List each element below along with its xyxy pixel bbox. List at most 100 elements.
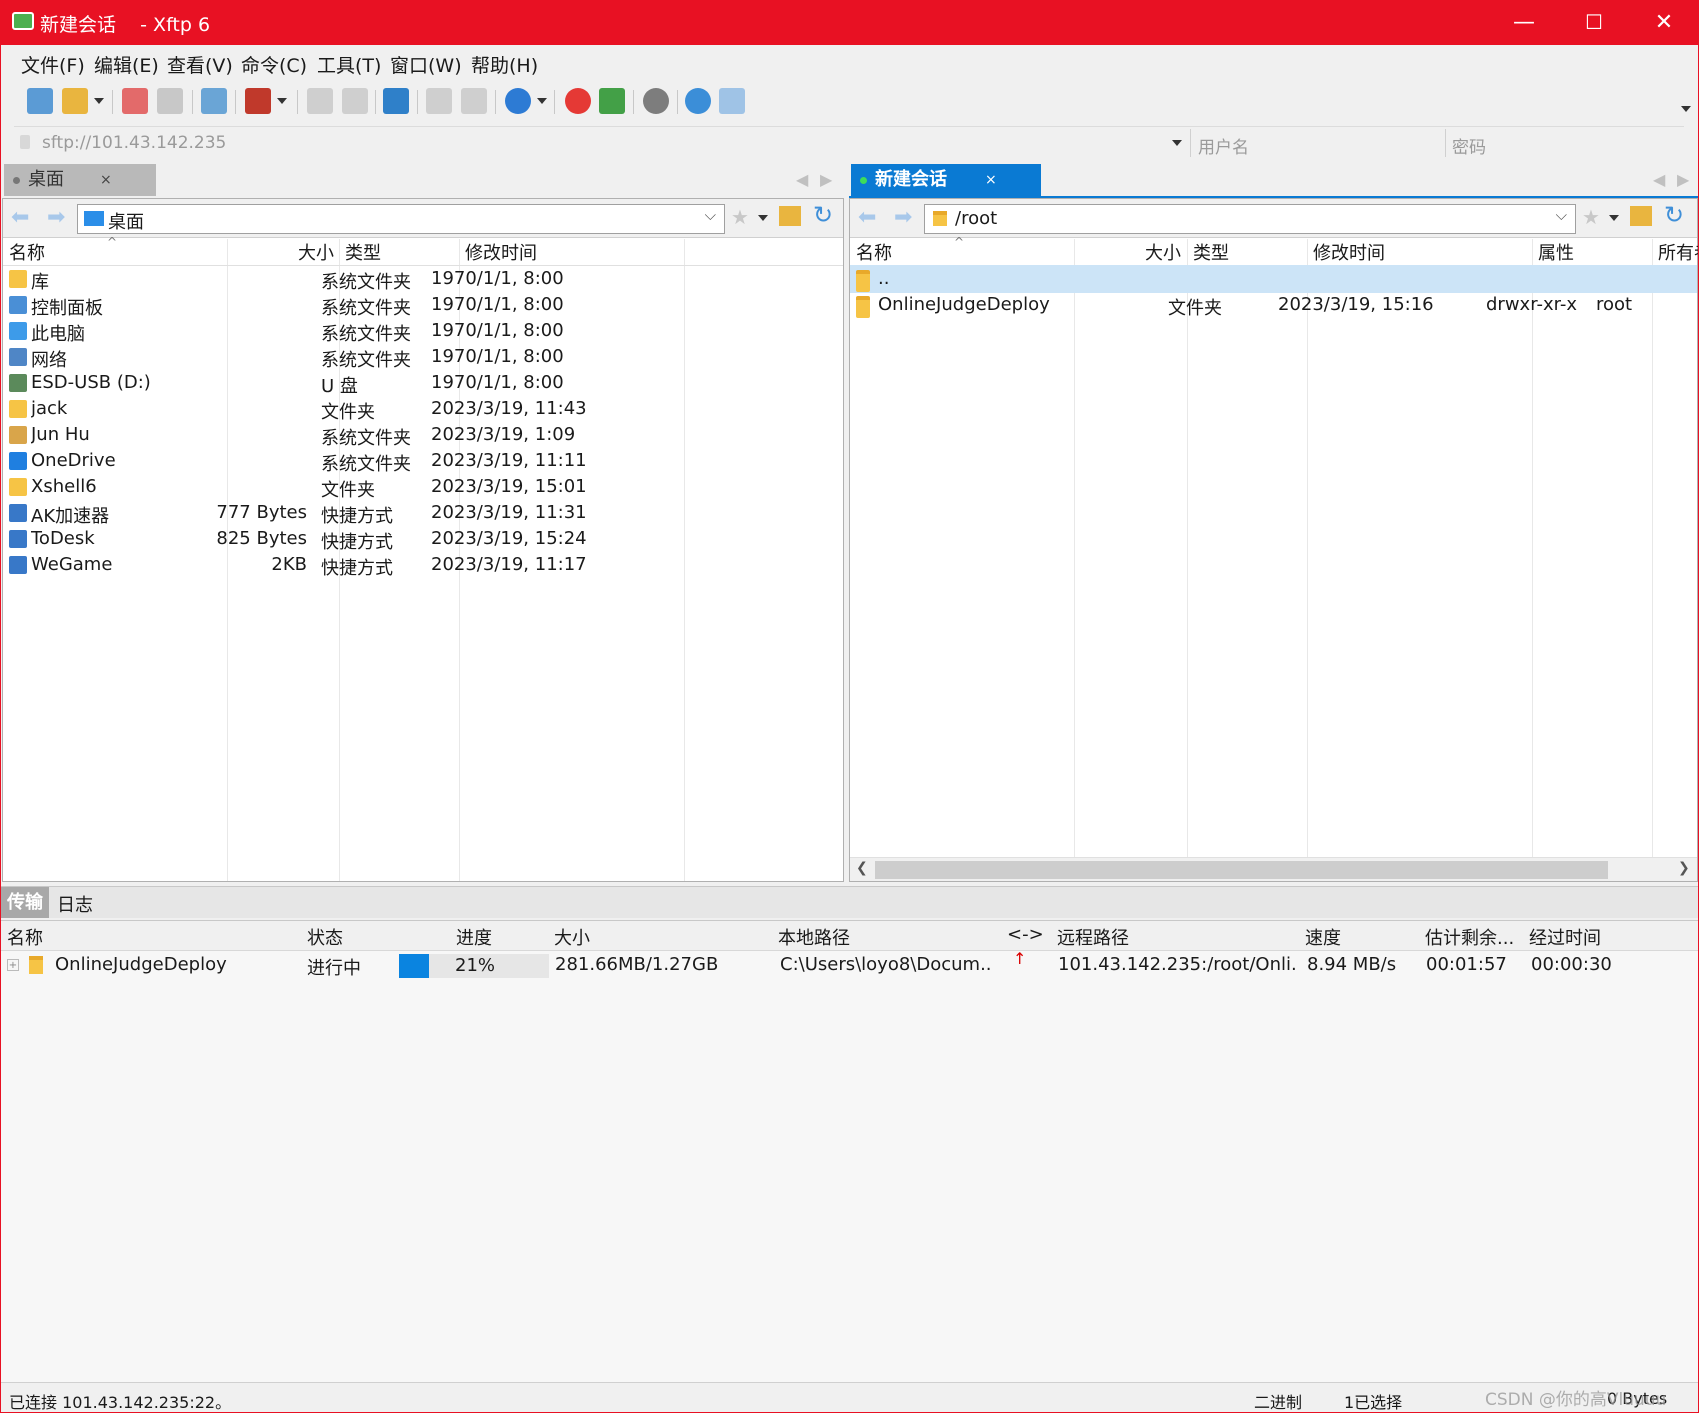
tab-log[interactable]: 日志 [57, 891, 93, 917]
encoding-dropdown-icon[interactable] [537, 98, 547, 104]
disconnect-icon[interactable] [122, 88, 148, 114]
local-file-row[interactable]: Jun Hu 系统文件夹 2023/3/19, 1:09 [3, 421, 843, 449]
copy-icon[interactable] [426, 88, 452, 114]
column-header-name[interactable]: 名称 [9, 239, 45, 265]
back-arrow-icon[interactable]: ⬅ [11, 205, 29, 230]
column-header-name[interactable]: 名称 [856, 239, 892, 265]
menu-view[interactable]: 查看(V) [167, 51, 233, 78]
forward-arrow-icon[interactable]: ➡ [47, 205, 65, 230]
local-file-row[interactable]: ESD-USB (D:) U 盘 1970/1/1, 8:00 [3, 369, 843, 397]
minimize-button[interactable]: — [1489, 0, 1559, 45]
menu-file[interactable]: 文件(F) [21, 51, 85, 78]
column-header-type[interactable]: 类型 [1193, 239, 1229, 265]
local-file-row[interactable]: Xshell6 文件夹 2023/3/19, 15:01 [3, 473, 843, 501]
local-file-row[interactable]: 此电脑 系统文件夹 1970/1/1, 8:00 [3, 317, 843, 345]
column-header-remote-path[interactable]: 远程路径 [1057, 924, 1129, 950]
open-dropdown-icon[interactable] [94, 98, 104, 104]
local-file-row[interactable]: AK加速器 777 Bytes 快捷方式 2023/3/19, 11:31 [3, 499, 843, 527]
expand-icon[interactable]: + [7, 959, 19, 971]
column-header-elapsed[interactable]: 经过时间 [1529, 924, 1601, 950]
column-header-modified[interactable]: 修改时间 [1313, 239, 1385, 265]
terminal-icon[interactable] [245, 88, 271, 114]
column-header-eta[interactable]: 估计剩余... [1425, 924, 1514, 950]
properties-icon[interactable] [201, 88, 227, 114]
local-file-row[interactable]: jack 文件夹 2023/3/19, 11:43 [3, 395, 843, 423]
help-icon[interactable] [685, 88, 711, 114]
column-header-attributes[interactable]: 属性 [1538, 239, 1574, 265]
column-header-owner[interactable]: 所有者 [1658, 239, 1698, 265]
new-session-icon[interactable] [27, 88, 53, 114]
sync-icon[interactable] [383, 88, 409, 114]
refresh-icon[interactable]: ↻ [813, 201, 833, 229]
refresh-icon[interactable]: ↻ [1664, 201, 1684, 229]
maximize-button[interactable]: ☐ [1559, 0, 1629, 45]
column-header-size[interactable]: 大小 [1145, 239, 1181, 265]
back-arrow-icon[interactable]: ⬅ [858, 205, 876, 230]
bookmark-dropdown-icon[interactable] [1609, 215, 1619, 221]
column-header-type[interactable]: 类型 [345, 239, 381, 265]
xshell-icon[interactable] [565, 88, 591, 114]
column-header-size[interactable]: 大小 [298, 239, 334, 265]
tab-scroll-right-icon[interactable]: ▶ [1677, 164, 1689, 196]
column-header-size[interactable]: 大小 [554, 924, 590, 950]
bookmark-star-icon[interactable]: ★ [731, 205, 749, 229]
feedback-icon[interactable] [719, 88, 745, 114]
globe-icon[interactable] [505, 88, 531, 114]
scroll-right-icon[interactable]: ❯ [1678, 860, 1690, 876]
upload-icon[interactable] [307, 88, 333, 114]
column-header-local-path[interactable]: 本地路径 [778, 924, 850, 950]
local-file-row[interactable]: OneDrive 系统文件夹 2023/3/19, 11:11 [3, 447, 843, 475]
menu-window[interactable]: 窗口(W) [390, 51, 462, 78]
paste-icon[interactable] [461, 88, 487, 114]
tab-scroll-right-icon[interactable]: ▶ [820, 164, 832, 196]
tab-scroll-left-icon[interactable]: ◀ [1653, 164, 1665, 196]
parent-directory-row[interactable]: .. [850, 265, 1697, 293]
menu-command[interactable]: 命令(C) [241, 51, 307, 78]
tab-local-desktop[interactable]: 桌面 × [4, 164, 156, 196]
close-tab-icon[interactable]: × [985, 164, 997, 196]
open-folder-icon[interactable] [62, 88, 88, 114]
local-file-row[interactable]: ToDesk 825 Bytes 快捷方式 2023/3/19, 15:24 [3, 525, 843, 553]
menu-edit[interactable]: 编辑(E) [94, 51, 159, 78]
transfer-mode[interactable]: 二进制 [1254, 1389, 1302, 1413]
column-header-direction[interactable]: <-> [1007, 924, 1044, 945]
remote-path-box[interactable]: /root ⌵ [924, 204, 1576, 234]
path-dropdown-icon[interactable]: ⌵ [705, 206, 716, 224]
bookmark-dropdown-icon[interactable] [758, 215, 768, 221]
terminal-dropdown-icon[interactable] [277, 98, 287, 104]
toolbar-overflow-icon[interactable] [1681, 106, 1691, 112]
download-icon[interactable] [342, 88, 368, 114]
path-dropdown-icon[interactable]: ⌵ [1556, 206, 1567, 224]
column-header-modified[interactable]: 修改时间 [465, 239, 537, 265]
local-path-box[interactable]: 桌面 ⌵ [77, 204, 725, 234]
xftp-icon[interactable] [599, 88, 625, 114]
reconnect-icon[interactable] [157, 88, 183, 114]
tab-remote-session[interactable]: 新建会话 × [851, 164, 1041, 196]
local-file-row[interactable]: 库系统文件夹 1970/1/1, 8:00 [3, 265, 843, 293]
password-input[interactable]: 密码 [1452, 133, 1486, 158]
scrollbar-thumb[interactable] [875, 861, 1608, 879]
menu-help[interactable]: 帮助(H) [471, 51, 538, 78]
close-tab-icon[interactable]: × [100, 164, 112, 196]
remote-file-row[interactable]: OnlineJudgeDeploy 文件夹 2023/3/19, 15:16 drwx… [850, 291, 1697, 319]
bookmark-star-icon[interactable]: ★ [1582, 205, 1600, 229]
transfer-row[interactable]: + OnlineJudgeDeploy 进行中 21% 281.66MB/1.2… [1, 949, 1698, 979]
local-file-row[interactable]: 网络 系统文件夹 1970/1/1, 8:00 [3, 343, 843, 371]
menu-tools[interactable]: 工具(T) [317, 51, 381, 78]
host-input[interactable]: sftp://101.43.142.235 [42, 133, 226, 153]
column-header-status[interactable]: 状态 [307, 924, 343, 950]
username-input[interactable]: 用户名 [1198, 133, 1249, 158]
local-file-row[interactable]: WeGame 2KB 快捷方式 2023/3/19, 11:17 [3, 551, 843, 579]
horizontal-scrollbar[interactable]: ❮ ❯ [850, 857, 1697, 881]
home-folder-icon[interactable] [1630, 206, 1652, 226]
settings-gear-icon[interactable] [643, 88, 669, 114]
scroll-left-icon[interactable]: ❮ [856, 860, 868, 876]
tab-transfer[interactable]: 传输 [1, 887, 49, 918]
column-header-progress[interactable]: 进度 [456, 924, 492, 950]
forward-arrow-icon[interactable]: ➡ [894, 205, 912, 230]
close-button[interactable]: ✕ [1629, 0, 1699, 45]
local-file-row[interactable]: 控制面板 系统文件夹 1970/1/1, 8:00 [3, 291, 843, 319]
column-header-name[interactable]: 名称 [7, 924, 43, 950]
tab-scroll-left-icon[interactable]: ◀ [796, 164, 808, 196]
home-folder-icon[interactable] [779, 206, 801, 226]
